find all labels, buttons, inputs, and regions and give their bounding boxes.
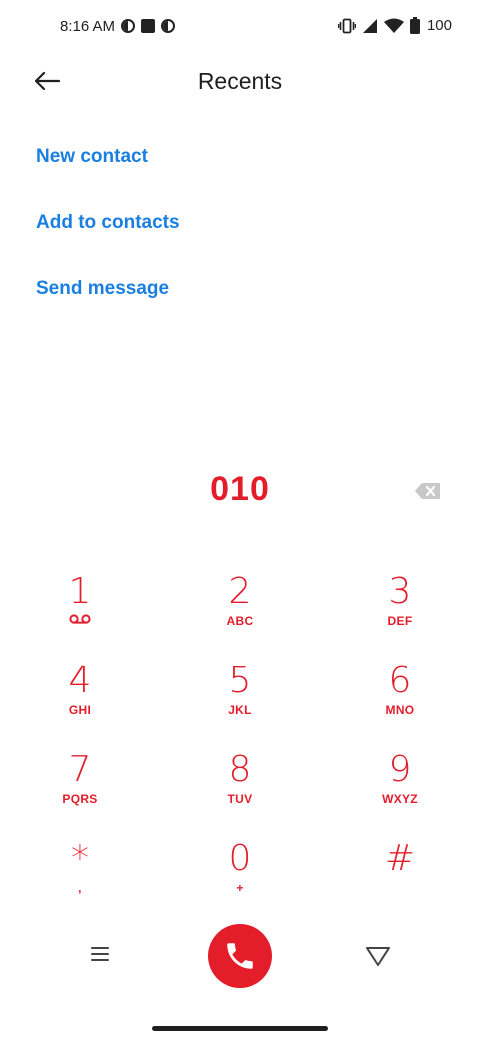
bottom-action-row [0,922,480,992]
key-2[interactable]: 2 ABC [180,572,300,644]
key-letters: ABC [226,614,254,628]
key-9[interactable]: 9 WXYZ [340,750,460,822]
status-bar: 8:16 AM 100 [0,0,480,56]
menu-button[interactable] [88,942,112,966]
wifi-icon [383,18,404,33]
key-digit: 1 [68,571,92,612]
key-digit: 6 [388,660,412,701]
key-digit: 0 [228,838,252,879]
backspace-button[interactable] [414,481,442,501]
data-saver-icon [121,19,135,33]
key-digit: 7 [68,749,92,790]
key-digit: * [71,838,89,879]
add-to-contacts-link[interactable]: Add to contacts [36,212,180,234]
home-indicator[interactable] [152,1026,328,1031]
key-letters: JKL [228,703,252,717]
key-letters: WXYZ [382,792,418,806]
key-hash[interactable]: # [340,839,460,911]
backspace-icon [415,483,440,499]
new-contact-link[interactable]: New contact [36,146,148,168]
key-digit: # [384,838,416,879]
key-digit: 3 [388,571,412,612]
key-letters: DEF [387,614,413,628]
key-0[interactable]: 0 + [180,839,300,911]
notification-square-icon [141,19,155,33]
key-letters: , [78,881,82,895]
key-6[interactable]: 6 MNO [340,661,460,733]
key-8[interactable]: 8 TUV [180,750,300,822]
key-5[interactable]: 5 JKL [180,661,300,733]
dialed-number: 010 [210,470,270,508]
key-star[interactable]: * , [20,839,140,911]
key-digit: 8 [228,749,252,790]
key-letters: MNO [385,703,415,717]
status-left-icons [121,19,175,33]
battery-icon [409,17,420,34]
key-letters: + [236,881,244,895]
page-title: Recents [197,68,283,94]
send-message-link[interactable]: Send message [36,278,169,300]
key-letters: TUV [227,792,253,806]
menu-icon [91,947,109,961]
app-bar: Recents [0,56,480,108]
status-right-icons: 100 [337,17,452,34]
key-letters: PQRS [62,792,98,806]
key-4[interactable]: 4 GHI [20,661,140,733]
data-saver-icon-2 [161,19,175,33]
vibrate-icon [337,18,356,33]
key-digit: 9 [388,749,412,790]
key-digit: 2 [228,571,252,612]
status-time: 8:16 AM [60,18,116,35]
triangle-down-icon [366,947,390,966]
call-button[interactable] [208,924,272,988]
key-digit: 4 [68,660,92,701]
phone-icon [227,943,253,969]
key-digit: 5 [228,660,252,701]
key-7[interactable]: 7 PQRS [20,750,140,822]
hide-keypad-button[interactable] [364,944,392,968]
signal-icon [362,18,377,33]
voicemail-icon [69,614,91,624]
battery-level: 100 [426,17,452,34]
key-1[interactable]: 1 [20,572,140,644]
key-3[interactable]: 3 DEF [340,572,460,644]
key-letters: GHI [68,703,92,717]
